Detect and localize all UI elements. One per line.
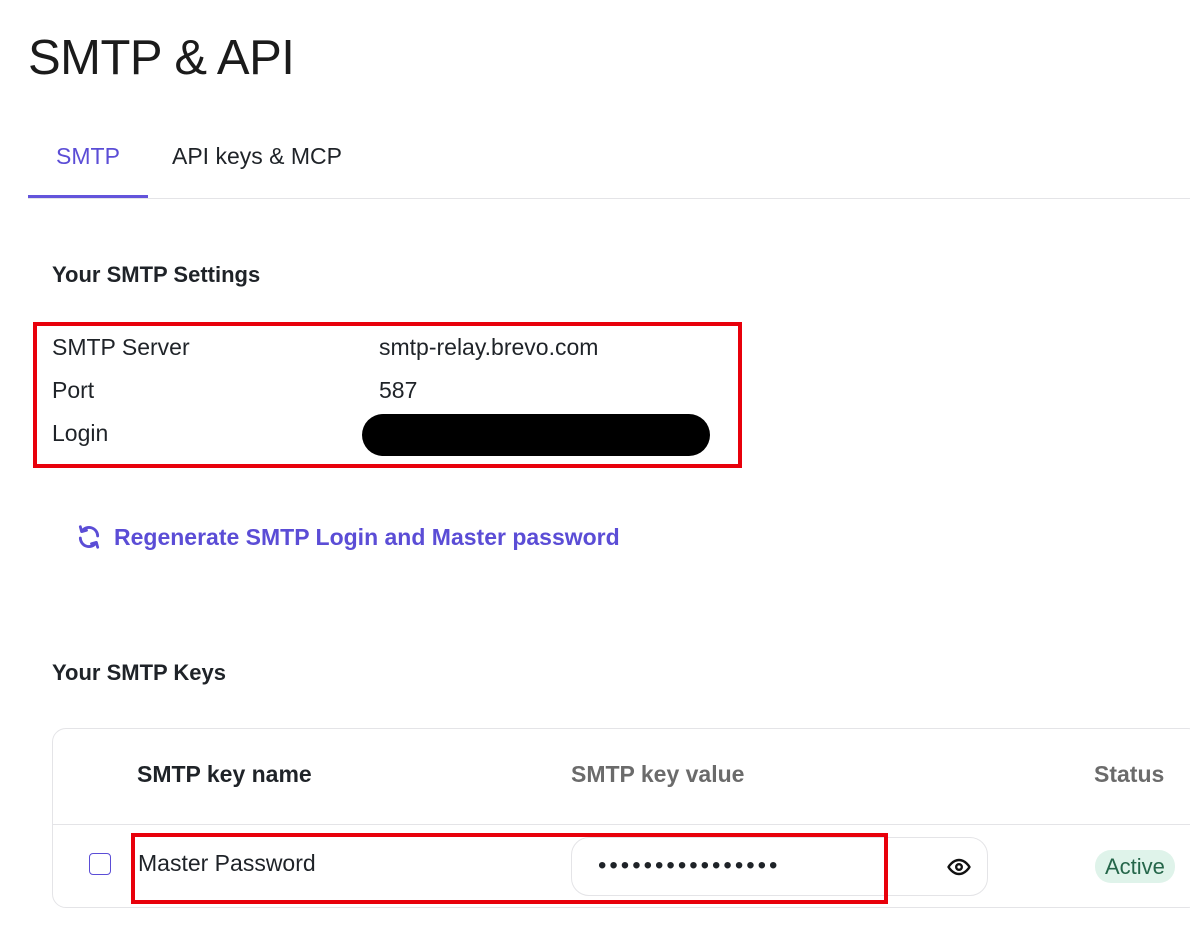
column-header-status[interactable]: Status bbox=[1094, 761, 1164, 788]
smtp-api-page: SMTP & API SMTP API keys & MCP Your SMTP… bbox=[0, 0, 1190, 927]
table-header: SMTP key name SMTP key value Status bbox=[53, 729, 1190, 825]
eye-icon[interactable] bbox=[947, 855, 971, 879]
column-header-name[interactable]: SMTP key name bbox=[137, 761, 312, 788]
tab-bar: SMTP API keys & MCP bbox=[28, 120, 1190, 199]
row-select-checkbox[interactable] bbox=[89, 853, 111, 875]
regenerate-credentials-link[interactable]: Regenerate SMTP Login and Master passwor… bbox=[76, 520, 620, 554]
smtp-keys-title: Your SMTP Keys bbox=[52, 660, 227, 685]
refresh-icon bbox=[78, 525, 100, 549]
column-header-value: SMTP key value bbox=[571, 761, 745, 787]
page-title: SMTP & API bbox=[28, 31, 295, 85]
annotation-highlight-box bbox=[33, 322, 742, 468]
status-badge: Active bbox=[1095, 850, 1175, 883]
tab-smtp[interactable]: SMTP bbox=[28, 120, 148, 198]
annotation-highlight-box bbox=[131, 833, 888, 904]
smtp-settings-title: Your SMTP Settings bbox=[52, 262, 261, 287]
tab-api-keys-mcp[interactable]: API keys & MCP bbox=[172, 120, 342, 197]
regenerate-label: Regenerate SMTP Login and Master passwor… bbox=[114, 523, 620, 550]
